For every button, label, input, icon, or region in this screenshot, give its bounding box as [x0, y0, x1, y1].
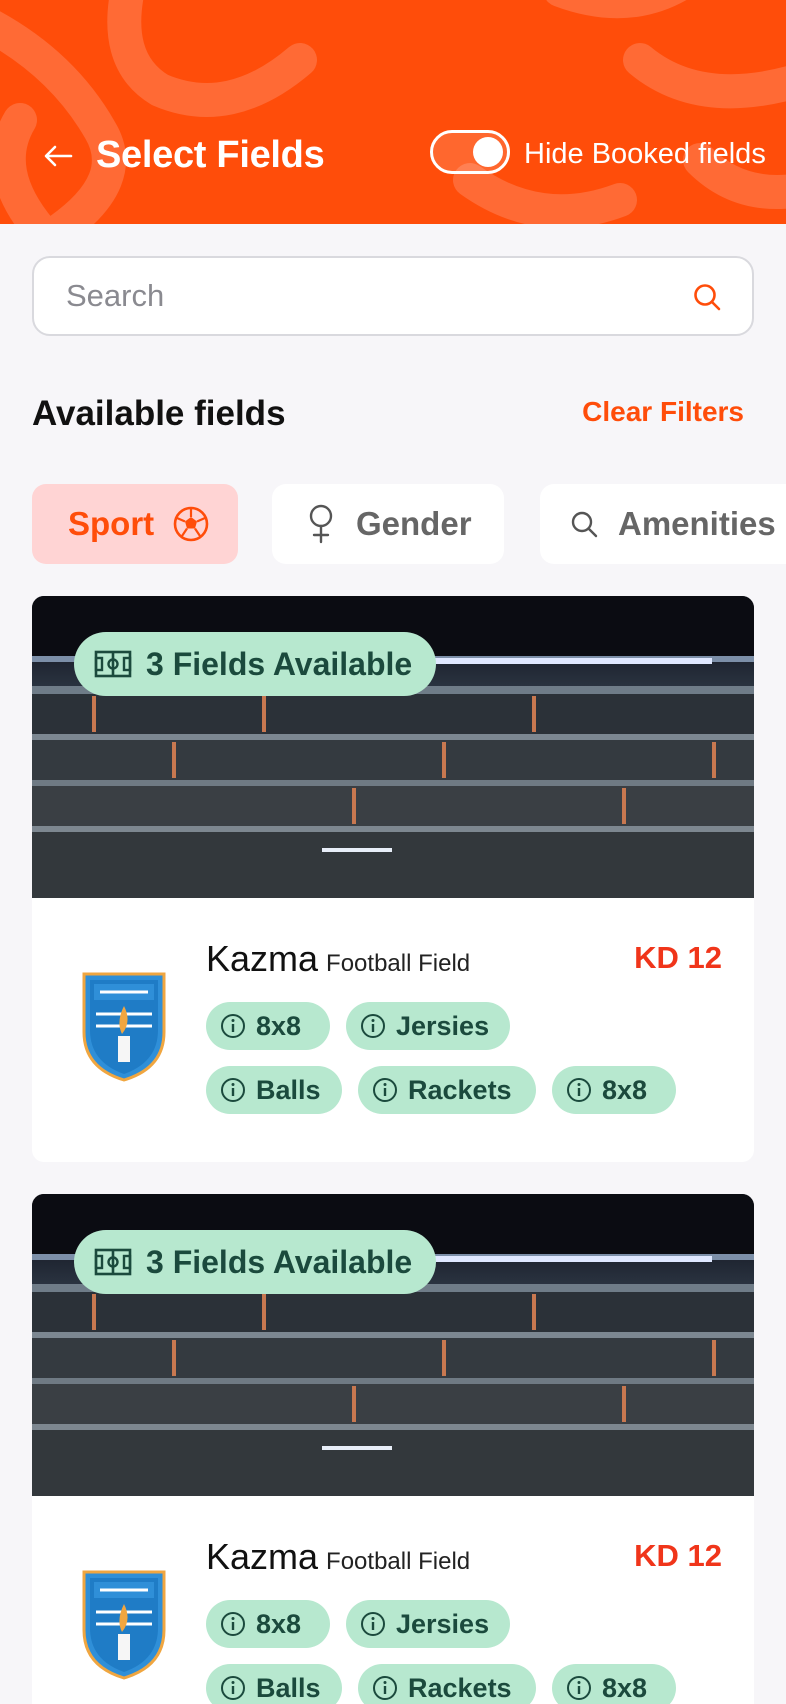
toggle-knob: [473, 137, 503, 167]
info-icon: [361, 1612, 385, 1636]
info-icon: [221, 1078, 245, 1102]
field-type: Football Field: [326, 1548, 471, 1575]
page-title: Select Fields: [96, 134, 325, 176]
tag-label: 8x8: [256, 1608, 302, 1639]
tag-label: 8x8: [256, 1010, 302, 1041]
soccer-ball-icon: [173, 506, 209, 542]
filter-chip-label: Gender: [356, 505, 472, 542]
field-type: Football Field: [326, 950, 471, 977]
field-title: Kazma Football Field: [206, 938, 470, 980]
badge-label: 3 Fields Available: [146, 645, 413, 682]
filter-chip-label: Amenities: [618, 505, 776, 542]
tag-label: Balls: [256, 1672, 321, 1703]
club-logo: [82, 972, 166, 1082]
section-title: Available fields: [32, 394, 286, 433]
search-icon[interactable]: [692, 282, 722, 312]
amenity-tag[interactable]: Jersies: [346, 1002, 510, 1050]
hide-booked-toggle[interactable]: [430, 130, 510, 174]
amenity-tag[interactable]: 8x8: [552, 1066, 676, 1114]
search-icon: [571, 511, 598, 538]
clear-filters-button[interactable]: Clear Filters: [582, 396, 744, 428]
amenity-tag[interactable]: 8x8: [552, 1664, 676, 1704]
info-icon: [567, 1676, 591, 1700]
filter-chip-label: Sport: [68, 505, 155, 542]
field-card[interactable]: 3 Fields Available Kazma Football Field K…: [32, 1194, 754, 1704]
info-icon: [373, 1078, 397, 1102]
search-box: [32, 256, 754, 336]
tag-label: Jersies: [396, 1608, 490, 1639]
field-name: Kazma: [206, 938, 319, 979]
female-icon: [309, 504, 333, 544]
info-icon: [373, 1676, 397, 1700]
hide-booked-label: Hide Booked fields: [524, 138, 766, 170]
search-input[interactable]: [66, 258, 666, 334]
filter-chip-sport[interactable]: Sport: [32, 484, 238, 564]
app-header: Select Fields Hide Booked fields: [0, 0, 786, 224]
amenity-tag[interactable]: 8x8: [206, 1600, 330, 1648]
header-pattern: [0, 0, 786, 224]
field-price: KD 12: [634, 1538, 722, 1573]
badge-label: 3 Fields Available: [146, 1243, 413, 1280]
fields-available-badge: 3 Fields Available: [74, 632, 436, 696]
info-icon: [221, 1612, 245, 1636]
filter-chip-amenities[interactable]: Amenities: [540, 484, 786, 564]
fields-available-badge: 3 Fields Available: [74, 1230, 436, 1294]
field-card[interactable]: 3 Fields Available Kazma Football Field K…: [32, 596, 754, 1162]
pitch-icon: [94, 1248, 132, 1276]
club-logo: [82, 1570, 166, 1680]
info-icon: [221, 1676, 245, 1700]
field-title: Kazma Football Field: [206, 1536, 470, 1578]
amenity-tag[interactable]: Rackets: [358, 1664, 536, 1704]
info-icon: [221, 1014, 245, 1038]
amenity-tag[interactable]: Rackets: [358, 1066, 536, 1114]
amenity-tag[interactable]: Balls: [206, 1664, 342, 1704]
arrow-left-icon: [44, 145, 73, 167]
tag-label: Rackets: [408, 1074, 512, 1105]
info-icon: [567, 1078, 591, 1102]
filter-chip-gender[interactable]: Gender: [272, 484, 504, 564]
info-icon: [361, 1014, 385, 1038]
amenity-tag[interactable]: Jersies: [346, 1600, 510, 1648]
amenity-tag[interactable]: Balls: [206, 1066, 342, 1114]
pitch-icon: [94, 650, 132, 678]
tag-label: Rackets: [408, 1672, 512, 1703]
amenity-tag[interactable]: 8x8: [206, 1002, 330, 1050]
tag-label: 8x8: [602, 1672, 648, 1703]
tag-label: Jersies: [396, 1010, 490, 1041]
field-name: Kazma: [206, 1536, 319, 1577]
back-button[interactable]: [38, 136, 78, 176]
tag-label: Balls: [256, 1074, 321, 1105]
tag-label: 8x8: [602, 1074, 648, 1105]
field-price: KD 12: [634, 940, 722, 975]
